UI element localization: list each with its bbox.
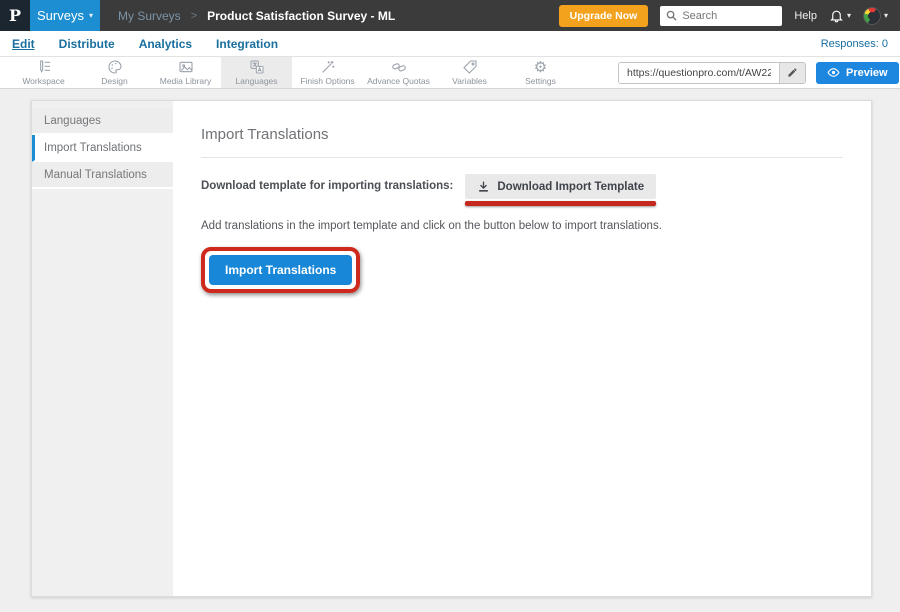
edit-url-button[interactable] (779, 63, 805, 83)
toolbar-item-design[interactable]: Design (79, 57, 150, 88)
edit-toolbar: Workspace Design Media Library Languages… (0, 57, 900, 89)
toolbar-item-label: Workspace (22, 76, 64, 86)
download-template-label: Download template for importing translat… (201, 174, 453, 198)
annotation-underline (465, 201, 656, 206)
pencil-icon (787, 67, 798, 78)
survey-url-field (618, 62, 806, 84)
upgrade-now-button[interactable]: Upgrade Now (559, 5, 649, 27)
variables-icon (462, 59, 478, 75)
download-button-label: Download Import Template (497, 181, 644, 193)
page-background: Languages Import Translations Manual Tra… (0, 89, 900, 612)
preview-label: Preview (846, 67, 888, 79)
topbar: P Surveys ▾ My Surveys > Product Satisfa… (0, 0, 900, 31)
instruction-text: Add translations in the import template … (201, 220, 843, 232)
survey-url-input[interactable] (619, 63, 779, 83)
bell-icon (829, 8, 844, 23)
settings-icon: ⚙ (534, 60, 547, 75)
search-input[interactable] (682, 10, 770, 22)
download-import-template-button[interactable]: Download Import Template (465, 174, 656, 199)
advance-quotas-icon (391, 59, 407, 75)
toolbar-item-media-library[interactable]: Media Library (150, 57, 221, 88)
toolbar-item-label: Settings (525, 76, 556, 86)
media-library-icon (178, 59, 194, 75)
tab-distribute[interactable]: Distribute (59, 37, 115, 51)
finish-options-icon (320, 59, 336, 75)
breadcrumb: My Surveys > Product Satisfaction Survey… (118, 0, 395, 31)
toolbar-item-languages[interactable]: Languages (221, 57, 292, 88)
tab-edit[interactable]: Edit (12, 37, 35, 51)
annotation-highlight-box: Import Translations (201, 247, 360, 293)
sidebar-item-languages[interactable]: Languages (32, 108, 173, 135)
toolbar-item-label: Advance Quotas (367, 76, 430, 86)
divider (201, 157, 843, 158)
tab-integration[interactable]: Integration (216, 37, 278, 51)
design-icon (107, 59, 123, 75)
toolbar-item-variables[interactable]: Variables (434, 57, 505, 88)
survey-title: Product Satisfaction Survey - ML (207, 9, 395, 23)
download-template-wrap: Download Import Template (465, 174, 656, 206)
chevron-down-icon: ▾ (89, 11, 93, 20)
help-link[interactable]: Help (794, 10, 817, 22)
preview-button[interactable]: Preview (816, 62, 899, 84)
eye-icon (827, 66, 840, 79)
download-icon (477, 180, 490, 193)
toolbar-item-label: Media Library (160, 76, 212, 86)
toolbar-item-label: Variables (452, 76, 487, 86)
toolbar-item-advance-quotas[interactable]: Advance Quotas (363, 57, 434, 88)
toolbar-item-label: Languages (235, 76, 277, 86)
import-translations-panel: Import Translations Download template fo… (173, 101, 871, 596)
search-icon (666, 10, 677, 21)
page-title: Import Translations (201, 126, 843, 143)
sidebar-item-import-translations[interactable]: Import Translations (32, 135, 173, 162)
toolbar-item-finish-options[interactable]: Finish Options (292, 57, 363, 88)
sidebar-item-manual-translations[interactable]: Manual Translations (32, 162, 173, 189)
breadcrumb-my-surveys[interactable]: My Surveys (118, 9, 181, 23)
product-switcher[interactable]: Surveys ▾ (30, 0, 100, 31)
notifications-button[interactable]: ▾ (829, 8, 851, 23)
workspace-icon (36, 59, 52, 75)
languages-card: Languages Import Translations Manual Tra… (31, 100, 872, 597)
avatar (863, 7, 881, 25)
account-menu-button[interactable]: ▾ (863, 7, 888, 25)
toolbar-item-label: Design (101, 76, 127, 86)
toolbar-item-label: Finish Options (300, 76, 354, 86)
languages-sidebar: Languages Import Translations Manual Tra… (32, 101, 173, 596)
tab-analytics[interactable]: Analytics (139, 37, 192, 51)
chevron-down-icon: ▾ (884, 11, 888, 20)
download-template-row: Download template for importing translat… (201, 174, 843, 206)
breadcrumb-separator: > (191, 10, 197, 22)
import-translations-button[interactable]: Import Translations (209, 255, 352, 285)
questionpro-logo: P (0, 0, 30, 31)
topbar-actions: Upgrade Now Help ▾ ▾ (559, 0, 900, 31)
chevron-down-icon: ▾ (847, 11, 851, 20)
search-box[interactable] (660, 6, 782, 26)
product-label: Surveys (37, 8, 84, 23)
toolbar-item-settings[interactable]: ⚙ Settings (505, 57, 576, 88)
toolbar-item-workspace[interactable]: Workspace (8, 57, 79, 88)
section-nav: Edit Distribute Analytics Integration Re… (0, 31, 900, 57)
responses-count[interactable]: Responses: 0 (821, 38, 888, 50)
languages-icon (249, 59, 265, 75)
